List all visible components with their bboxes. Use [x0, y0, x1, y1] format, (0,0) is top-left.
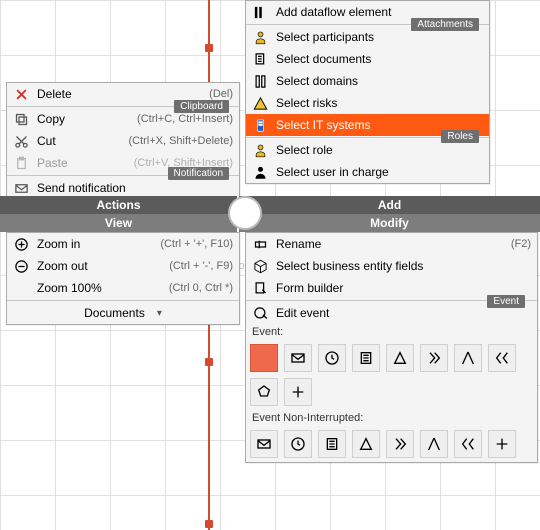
select-fields-item[interactable]: Select business entity fields [246, 255, 537, 277]
event-ni-type-escalation[interactable] [454, 430, 482, 458]
participant-icon [252, 29, 268, 45]
event-ni-type-signal[interactable] [352, 430, 380, 458]
select-risks-item[interactable]: Select risks [246, 92, 489, 114]
event-icon [252, 305, 268, 321]
flow-handle[interactable] [205, 520, 213, 528]
tab-row-2: View Modify [0, 214, 540, 232]
view-panel: Zoom in(Ctrl + '+', F10) Zoom out(Ctrl +… [6, 232, 240, 325]
select-user-item[interactable]: Select user in charge [246, 161, 489, 183]
paste-icon [13, 155, 29, 171]
chevron-down-icon: ▾ [157, 308, 162, 319]
section-roles: Roles [441, 130, 479, 143]
copy-icon [13, 111, 29, 127]
event-palette [246, 340, 537, 410]
dataflow-icon [252, 4, 268, 20]
flow-handle[interactable] [205, 358, 213, 366]
event-ni-type-message[interactable] [250, 430, 278, 458]
select-domains-item[interactable]: Select domains [246, 70, 489, 92]
tab-view[interactable]: View [0, 214, 237, 232]
event-ni-type-multiple[interactable] [386, 430, 414, 458]
zoom-100-item[interactable]: Zoom 100%(Ctrl 0, Ctrl *) [7, 277, 239, 299]
event-type-escalation[interactable] [488, 344, 516, 372]
actions-panel: Delete(Del) Clipboard Copy(Ctrl+C, Ctrl+… [6, 82, 240, 200]
event-ni-type-conditional[interactable] [318, 430, 346, 458]
zoom-in-item[interactable]: Zoom in(Ctrl + '+', F10) [7, 233, 239, 255]
rename-item[interactable]: Rename(F2) [246, 233, 537, 255]
event-ni-palette [246, 426, 537, 462]
mail-icon [13, 180, 29, 196]
it-system-icon [252, 117, 268, 133]
add-panel: Add dataflow element Attachments Select … [245, 0, 490, 184]
zoom-in-icon [13, 236, 29, 252]
form-icon [252, 280, 268, 296]
event-type-signal[interactable] [386, 344, 414, 372]
section-notification: Notification [168, 167, 229, 180]
select-documents-item[interactable]: Select documents [246, 48, 489, 70]
rename-icon [252, 236, 268, 252]
zoom-out-icon [13, 258, 29, 274]
tab-row-1: Actions Add [0, 196, 540, 214]
tab-add[interactable]: Add [239, 196, 540, 214]
event-type-add[interactable] [284, 378, 312, 406]
event-type-link[interactable] [250, 378, 278, 406]
event-ni-type-add[interactable] [488, 430, 516, 458]
role-icon [252, 142, 268, 158]
zoom-out-item[interactable]: Zoom out(Ctrl + '-', F9) [7, 255, 239, 277]
modify-panel: Rename(F2) Select business entity fields… [245, 232, 538, 463]
event-ni-type-timer[interactable] [284, 430, 312, 458]
event-type-timer[interactable] [318, 344, 346, 372]
section-clipboard: Clipboard [174, 100, 229, 113]
section-event: Event [487, 295, 525, 308]
cut-icon [13, 133, 29, 149]
cube-icon [252, 258, 268, 274]
section-attachments: Attachments [411, 18, 479, 31]
domains-icon [252, 73, 268, 89]
documents-icon [252, 51, 268, 67]
documents-submenu[interactable]: Documents▾ [7, 302, 239, 324]
center-knob[interactable] [228, 196, 262, 230]
user-icon [252, 164, 268, 180]
zoom-100-icon [13, 280, 29, 296]
risk-icon [252, 95, 268, 111]
event-type-message[interactable] [284, 344, 312, 372]
event-ni-label: Event Non-Interrupted: [246, 410, 537, 426]
event-ni-type-parallel[interactable] [420, 430, 448, 458]
event-label: Event: [246, 324, 537, 340]
event-type-conditional[interactable] [352, 344, 380, 372]
tab-modify[interactable]: Modify [239, 214, 540, 232]
event-type-none[interactable] [250, 344, 278, 372]
tab-actions[interactable]: Actions [0, 196, 237, 214]
delete-icon [13, 86, 29, 102]
flow-handle[interactable] [205, 44, 213, 52]
cut-item[interactable]: Cut(Ctrl+X, Shift+Delete) [7, 130, 239, 152]
event-type-multiple[interactable] [420, 344, 448, 372]
event-type-parallel[interactable] [454, 344, 482, 372]
